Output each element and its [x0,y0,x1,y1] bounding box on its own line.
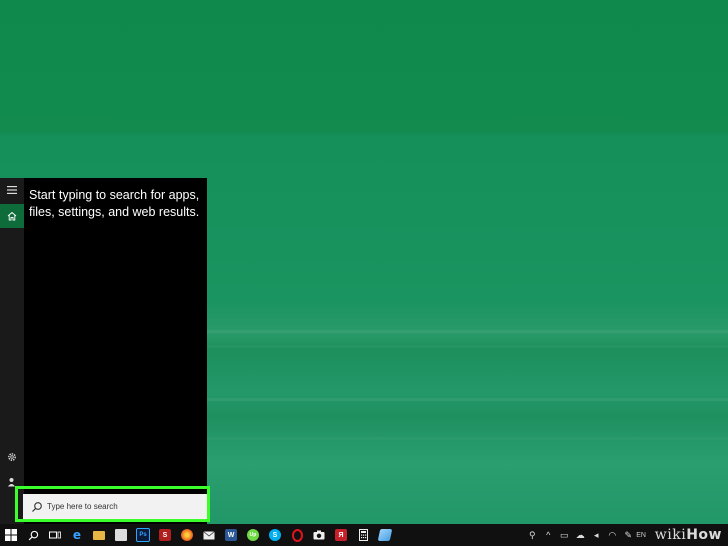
wallpaper-streak [200,398,728,401]
app-s-button[interactable]: S [154,524,176,546]
opera-button[interactable] [286,524,308,546]
firefox-icon [181,529,193,541]
pen-icon: ✎ [624,529,633,540]
task-view-button[interactable] [44,524,66,546]
wallpaper-streak [200,437,728,440]
camera-icon [313,530,325,540]
network-tray-button[interactable]: ▭ [556,524,572,546]
wifi-icon: ◠ [608,529,617,540]
upwork-button[interactable]: Up [242,524,264,546]
show-hidden-icons-button[interactable]: ^ [540,524,556,546]
yandex-button[interactable]: Я [330,524,352,546]
camera-button[interactable] [308,524,330,546]
network-icon: ▭ [560,529,569,540]
search-input[interactable] [47,502,197,511]
yandex-icon: Я [335,529,347,541]
taskbar-search-button[interactable] [22,524,44,546]
volume-tray-button[interactable]: ◂ [588,524,604,546]
calculator-button[interactable] [352,524,374,546]
start-left-rail [0,178,24,524]
windows-start-button[interactable] [0,524,22,546]
search-icon [28,530,38,540]
settings-button[interactable] [0,445,24,469]
language-indicator[interactable]: EN [636,532,646,539]
file-explorer-icon [93,530,105,540]
calculator-icon [358,529,368,541]
volume-icon: ◂ [594,529,599,540]
word-icon: W [225,529,237,541]
wikihow-watermark: wikiHow [654,527,722,543]
skype-icon: S [269,529,281,541]
word-button[interactable]: W [220,524,242,546]
firefox-button[interactable] [176,524,198,546]
task-view-icon [49,531,61,539]
paint-button[interactable] [374,524,396,546]
people-tray-button[interactable]: ⚲ [524,524,540,546]
wallpaper-streak [200,330,728,333]
taskbar: e Ps S W Up S Я ⚲ ^ ▭ ☁ ◂ ◠ ✎ EN [0,524,728,546]
hamburger-menu-button[interactable] [0,178,24,202]
wallpaper-streak [200,345,728,348]
file-explorer-button[interactable] [88,524,110,546]
wifi-tray-button[interactable]: ◠ [604,524,620,546]
edge-button[interactable]: e [66,524,88,546]
pen-tray-button[interactable]: ✎ [620,524,636,546]
paint-icon [377,529,393,541]
cloud-icon: ☁ [575,529,585,540]
photoshop-button[interactable]: Ps [132,524,154,546]
home-icon [7,211,17,221]
search-hint-text: Start typing to search for apps, files, … [29,188,200,219]
opera-icon [291,528,303,542]
chevron-up-icon: ^ [546,530,551,540]
taskbar-search-box[interactable] [23,494,207,519]
edge-icon: e [72,528,82,542]
gear-icon [8,453,16,461]
upwork-icon: Up [247,529,259,541]
cloud-tray-button[interactable]: ☁ [572,524,588,546]
skype-button[interactable]: S [264,524,286,546]
search-icon [32,501,42,512]
mail-icon [203,530,215,539]
windows-start-icon [5,529,17,541]
start-search-panel: Start typing to search for apps, files, … [0,178,207,524]
hamburger-icon [7,186,17,194]
store-icon [115,529,127,541]
photoshop-icon: Ps [136,528,150,542]
people-icon: ⚲ [528,529,536,540]
store-button[interactable] [110,524,132,546]
mail-button[interactable] [198,524,220,546]
home-button[interactable] [0,204,24,228]
app-s-icon: S [159,529,171,541]
